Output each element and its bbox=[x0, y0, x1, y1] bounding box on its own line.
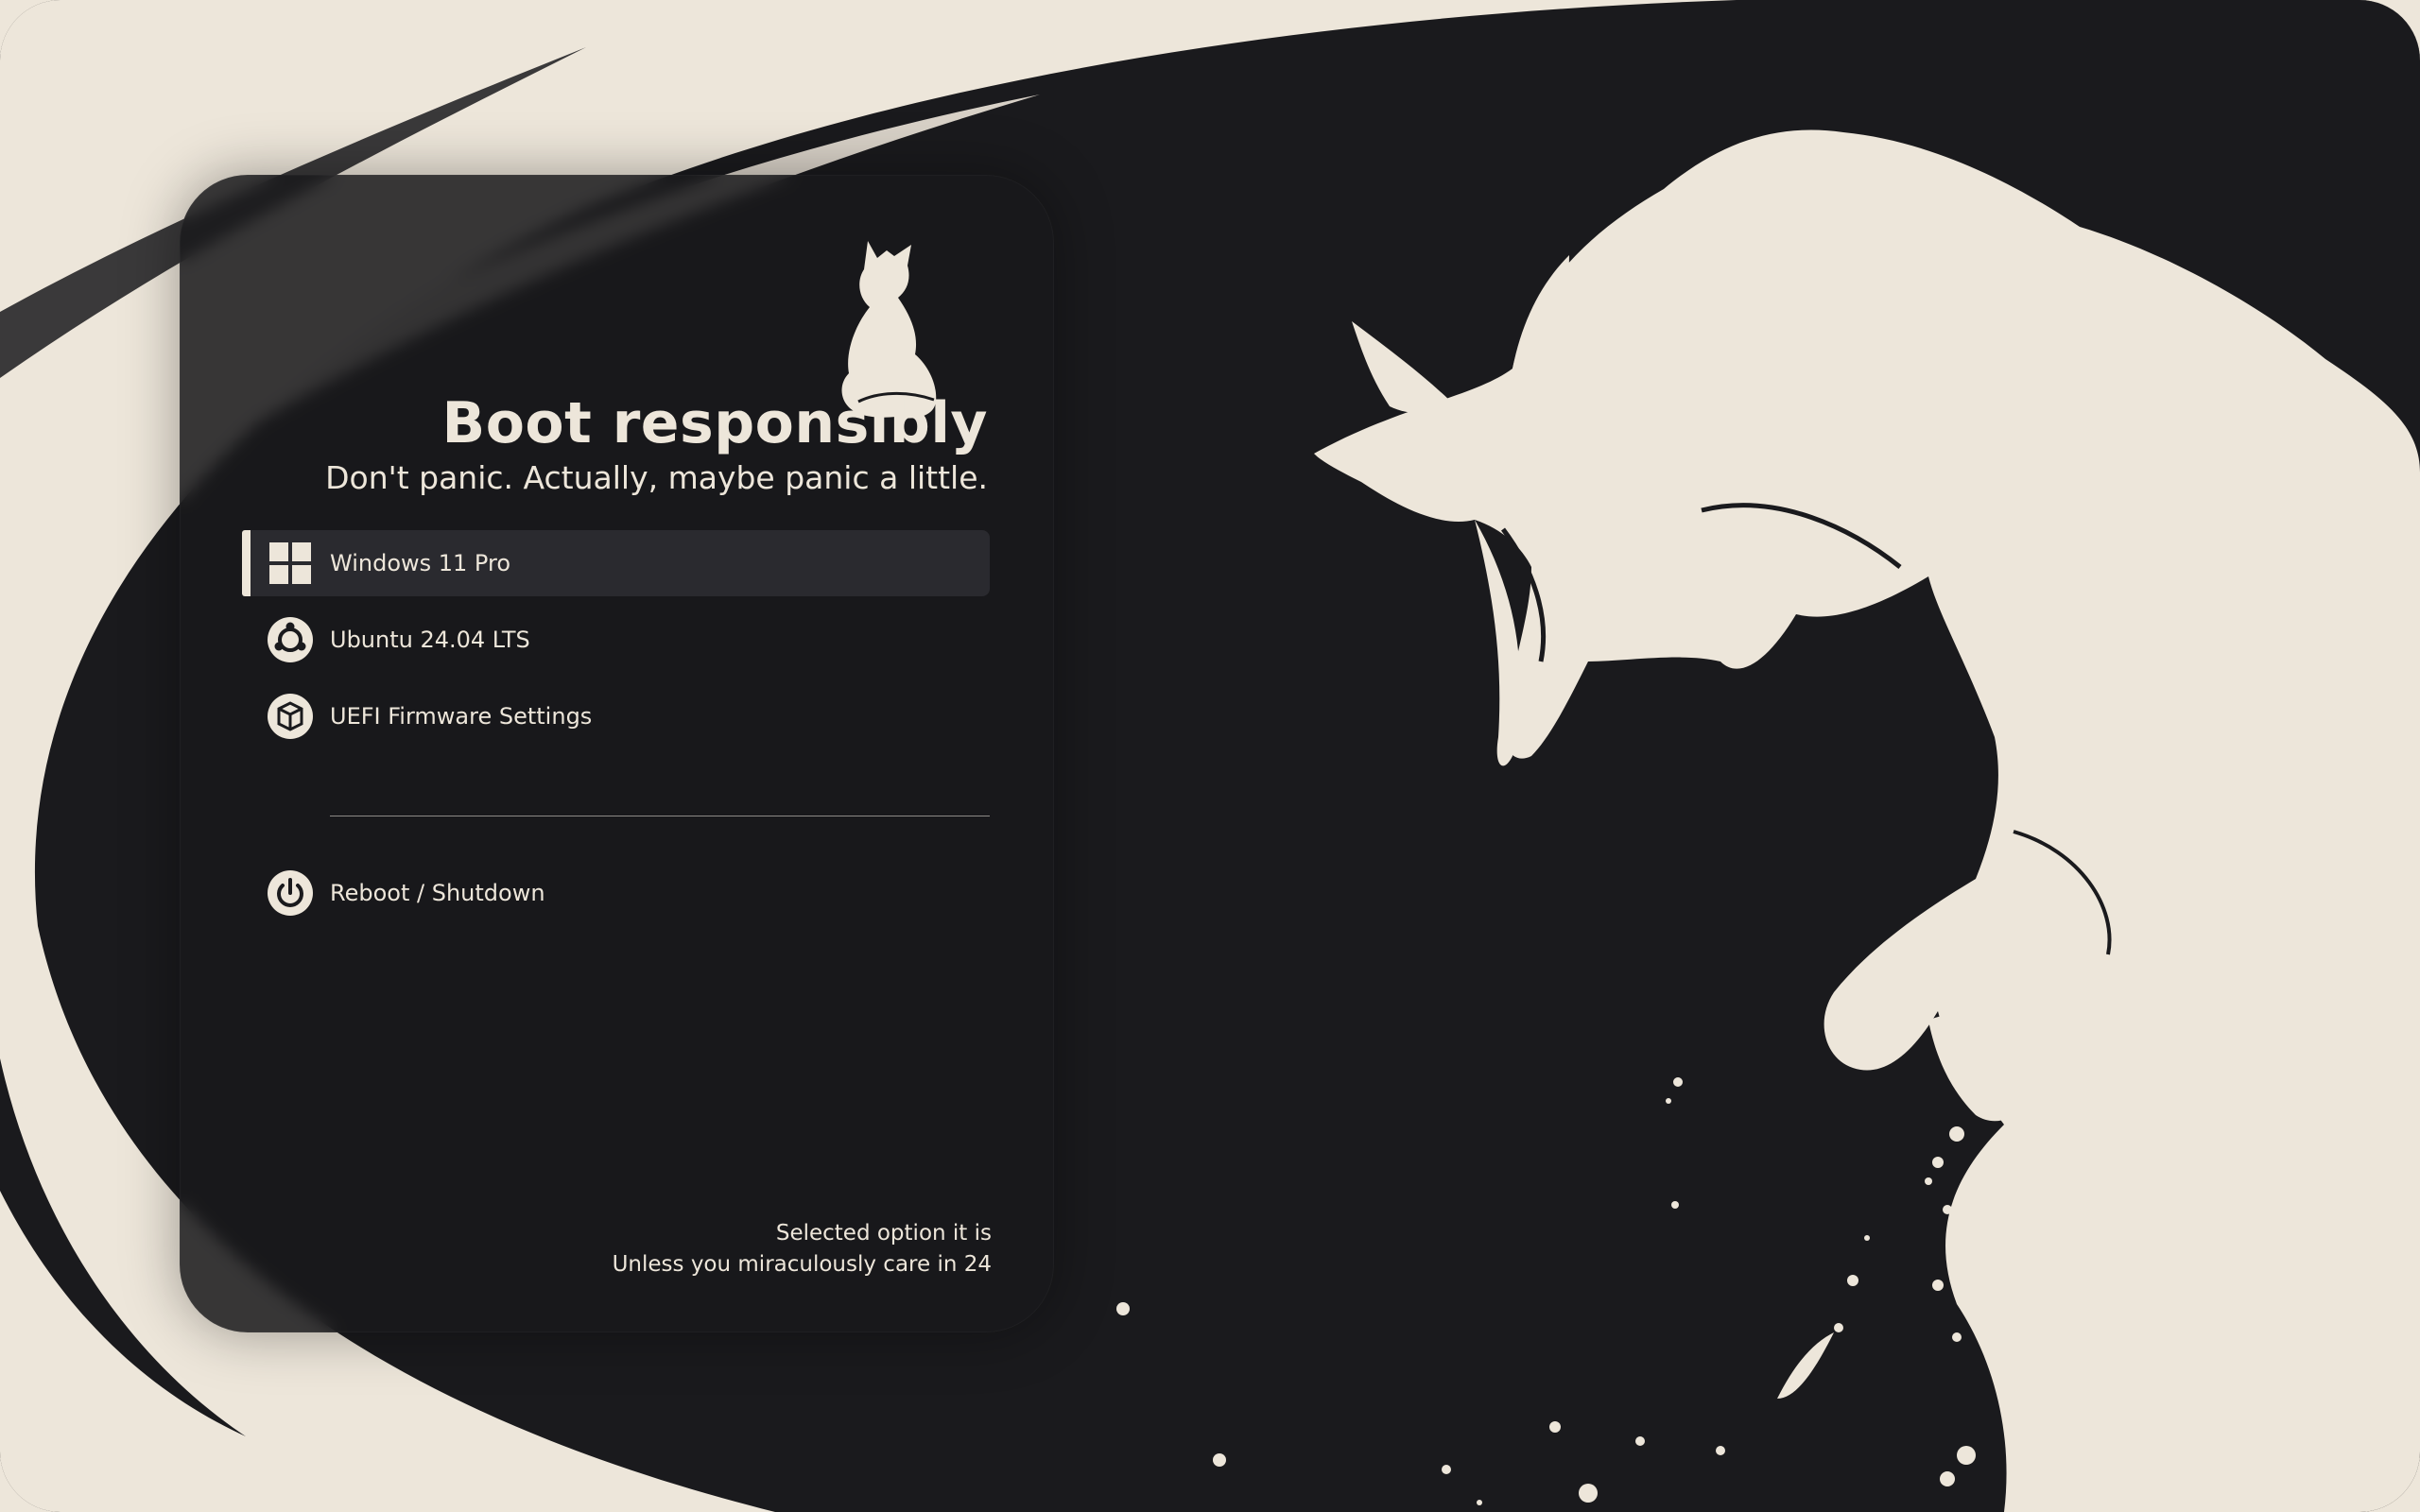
windows-icon bbox=[267, 540, 314, 587]
reboot-shutdown-entry[interactable]: Reboot / Shutdown bbox=[242, 860, 990, 926]
ubuntu-icon bbox=[267, 616, 314, 663]
page-title: Boot responsibly bbox=[441, 390, 988, 456]
boot-entry-label: Ubuntu 24.04 LTS bbox=[330, 627, 530, 653]
boot-entry-label: Reboot / Shutdown bbox=[330, 880, 545, 906]
boot-entry-label: UEFI Firmware Settings bbox=[330, 703, 593, 730]
boot-entry-label: Windows 11 Pro bbox=[330, 550, 511, 576]
boot-entry-uefi[interactable]: UEFI Firmware Settings bbox=[242, 683, 990, 749]
countdown-footer: Selected option it is Unless you miracul… bbox=[613, 1218, 992, 1280]
uefi-icon bbox=[267, 693, 314, 740]
footer-line-1: Selected option it is bbox=[775, 1221, 992, 1246]
boot-entry-windows[interactable]: Windows 11 Pro bbox=[242, 530, 990, 596]
boot-entry-ubuntu[interactable]: Ubuntu 24.04 LTS bbox=[242, 607, 990, 673]
footer-line-2: Unless you miraculously care in 24 bbox=[612, 1252, 992, 1277]
boot-screen: Boot responsibly Don't panic. Actually, … bbox=[0, 0, 2420, 1512]
boot-menu-panel: Boot responsibly Don't panic. Actually, … bbox=[180, 175, 1054, 1332]
power-icon bbox=[267, 869, 314, 917]
boot-menu: Windows 11 Pro Ubuntu 24.04 LTS UEFI Fir… bbox=[242, 530, 990, 936]
page-subtitle: Don't panic. Actually, maybe panic a lit… bbox=[325, 459, 988, 496]
